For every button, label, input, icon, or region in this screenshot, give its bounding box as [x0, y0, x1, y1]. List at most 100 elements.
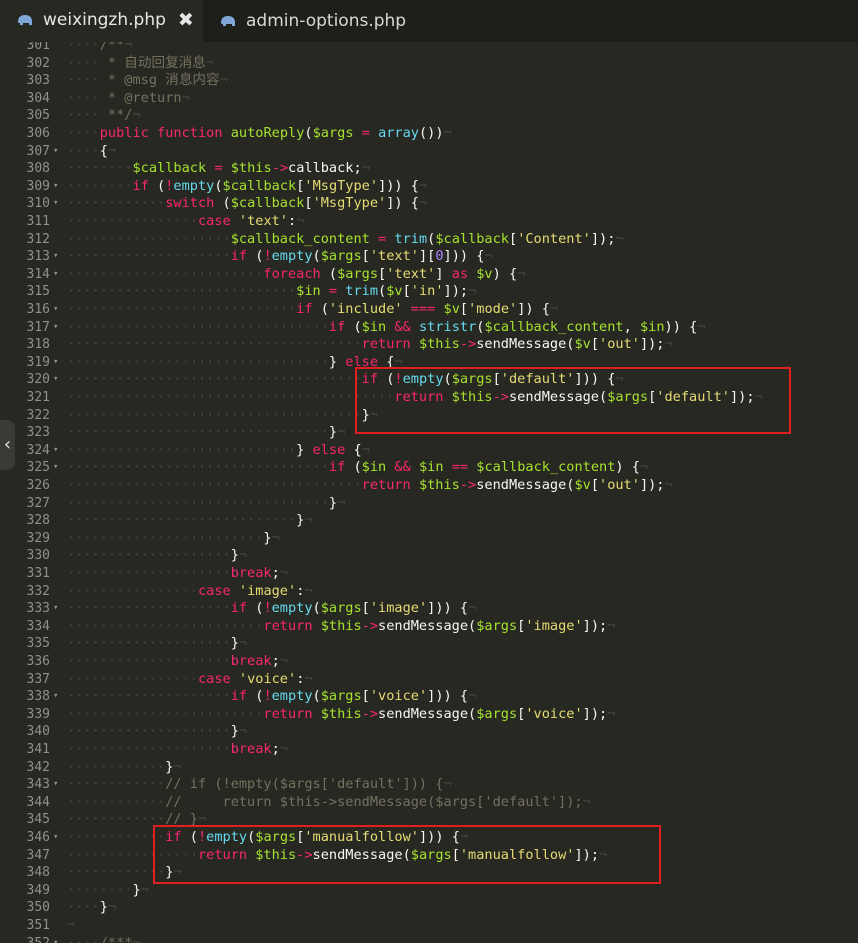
fold-arrow-icon[interactable]: ▾ — [53, 266, 58, 284]
code-token: 'MsgType' — [312, 195, 387, 212]
code-line[interactable]: 304 ···· * @return¬ — [0, 90, 858, 108]
code-token: empty — [271, 248, 313, 265]
code-line[interactable]: 314 ▾ ························foreach ($ar… — [0, 266, 858, 284]
fold-arrow-icon[interactable]: ▾ — [53, 354, 58, 372]
line-number: 351 — [26, 918, 50, 933]
code-line[interactable]: 307 ▾ ····{¬ — [0, 143, 858, 161]
tab-admin-options[interactable]: admin-options.php — [203, 0, 433, 42]
code-line[interactable]: 328 ····························}¬ — [0, 512, 858, 530]
code-line[interactable]: 302 ···· * 自动回复消息¬ — [0, 55, 858, 73]
code-token: } — [230, 547, 239, 564]
code-line[interactable]: 327 ································}¬ — [0, 495, 858, 513]
code-line[interactable]: 309 ▾ ········if (!empty($callback['MsgTyp… — [0, 178, 858, 196]
fold-arrow-icon[interactable]: ▾ — [53, 459, 58, 477]
tab-weixingzh[interactable]: weixingzh.php ✖ — [0, 0, 203, 42]
indent-guide: ································ — [67, 424, 329, 441]
eol-marker: ¬ — [279, 741, 288, 757]
code-line[interactable]: 316 ▾ ····························if ('inc… — [0, 301, 858, 319]
line-number: 311 — [26, 214, 50, 229]
indent-guide: ············ — [67, 829, 166, 845]
code-text: ····{¬ — [67, 143, 116, 161]
line-number: 302 — [26, 55, 50, 71]
code-line[interactable]: 305 ···· **/¬ — [0, 107, 858, 125]
code-line[interactable]: 344 ············// return $this->sendMess… — [0, 794, 858, 812]
code-token: [ — [361, 688, 370, 705]
eol-marker: ¬ — [205, 54, 215, 71]
indent-guide: ···· — [67, 934, 100, 943]
line-number: 346 — [26, 830, 50, 845]
code-token: if — [230, 688, 248, 705]
fold-arrow-icon[interactable]: ▾ — [53, 178, 58, 196]
code-line[interactable]: 342 ············}¬ — [0, 759, 858, 777]
code-line[interactable]: 334 ························return $this-… — [0, 618, 858, 636]
code-editor[interactable]: 301 ····/**¬ 302 ···· * 自动回复消息¬ 303 ···· * @m… — [0, 42, 858, 943]
code-line[interactable]: 331 ····················break;¬ — [0, 565, 858, 583]
fold-arrow-icon[interactable]: ▾ — [53, 371, 58, 389]
line-number: 349 — [26, 882, 50, 898]
code-line[interactable]: 317 ▾ ································if (… — [0, 319, 858, 337]
code-token: ][ — [418, 248, 436, 265]
code-token: , — [623, 318, 640, 335]
code-line[interactable]: 318 ····································r… — [0, 336, 858, 354]
fold-arrow-icon[interactable]: ▾ — [53, 935, 58, 943]
fold-arrow-icon[interactable]: ▾ — [53, 600, 58, 618]
code-line[interactable]: 333 ▾ ····················if (!empty($args… — [0, 600, 858, 618]
fold-arrow-icon[interactable]: ▾ — [53, 442, 58, 460]
code-token: ( — [214, 195, 231, 212]
code-line[interactable]: 303 ···· * @msg 消息内容¬ — [0, 72, 858, 90]
code-token: -> — [459, 336, 477, 353]
line-number: 352 — [0, 935, 50, 943]
code-line[interactable]: 325 ▾ ································if (… — [0, 459, 858, 477]
code-line[interactable]: 335 ····················}¬ — [0, 635, 858, 653]
fold-arrow-icon[interactable]: ▾ — [53, 829, 58, 847]
code-line[interactable]: 352▾ ····/***¬ — [0, 935, 858, 943]
code-line[interactable]: 337 ················case 'voice':¬ — [0, 671, 858, 689]
code-line[interactable]: 338 ▾ ····················if (!empty($args… — [0, 688, 858, 706]
sidebar-toggle-icon[interactable]: ‹ — [0, 420, 15, 470]
code-line[interactable]: 311 ················case 'text':¬ — [0, 213, 858, 231]
line-number: 331 — [26, 566, 50, 581]
code-line[interactable]: 306 ····public function autoReply($args =… — [0, 125, 858, 143]
fold-arrow-icon[interactable]: ▾ — [53, 143, 58, 161]
line-number: 320 — [26, 372, 50, 388]
code-line[interactable]: 339 ························return $this-… — [0, 706, 858, 724]
code-line[interactable]: 351 ¬ — [0, 917, 858, 935]
fold-arrow-icon[interactable]: ▾ — [53, 688, 58, 706]
fold-arrow-icon[interactable]: ▾ — [53, 248, 58, 266]
code-line[interactable]: 336 ····················break;¬ — [0, 653, 858, 671]
code-token: as — [451, 265, 469, 282]
fold-arrow-icon[interactable]: ▾ — [53, 776, 58, 794]
code-token: ( — [345, 459, 362, 476]
code-line[interactable]: 313 ▾ ····················if (!empty($args… — [0, 248, 858, 266]
close-icon[interactable]: ✖ — [178, 9, 194, 31]
code-token: -> — [459, 477, 477, 493]
code-line[interactable]: 340 ····················}¬ — [0, 723, 858, 741]
code-line[interactable]: 326 ····································r… — [0, 477, 858, 495]
code-line[interactable]: 332 ················case 'image':¬ — [0, 583, 858, 601]
code-line[interactable]: 308 ········$callback = $this->callback;¬ — [0, 160, 858, 178]
code-line[interactable]: 349 ········}¬ — [0, 882, 858, 900]
code-line[interactable]: 324 ▾ ····························} else {… — [0, 442, 858, 460]
code-line[interactable]: 315 ····························$in = tri… — [0, 283, 858, 301]
indent-guide: ···································· — [67, 406, 362, 423]
code-token: ( — [312, 301, 329, 317]
code-line[interactable]: 329 ························}¬ — [0, 530, 858, 548]
code-line[interactable]: 301 ····/**¬ — [0, 42, 858, 55]
eol-marker: ¬ — [582, 793, 591, 810]
code-line[interactable]: 310 ▾ ············switch ($callback['MsgTy… — [0, 195, 858, 213]
code-token: 'in' — [410, 283, 444, 300]
line-number: 338 — [26, 689, 50, 705]
fold-arrow-icon[interactable]: ▾ — [53, 319, 58, 337]
code-line[interactable]: 341 ····················break;¬ — [0, 741, 858, 759]
fold-arrow-icon[interactable]: ▾ — [53, 195, 58, 213]
code-token: 'voice' — [238, 670, 297, 687]
code-line[interactable]: 350 ····}¬ — [0, 899, 858, 917]
code-line[interactable]: 312 ····················$callback_content… — [0, 231, 858, 249]
indent-guide: ························ — [67, 265, 264, 282]
code-line[interactable]: 330 ····················}¬ — [0, 547, 858, 565]
code-text: ····/**¬ — [67, 42, 133, 55]
tab-bar: weixingzh.php ✖ admin-options.php — [0, 0, 858, 42]
code-line[interactable]: 343 ▾ ············// if (!empty($args['def… — [0, 776, 858, 794]
fold-arrow-icon[interactable]: ▾ — [53, 301, 58, 319]
